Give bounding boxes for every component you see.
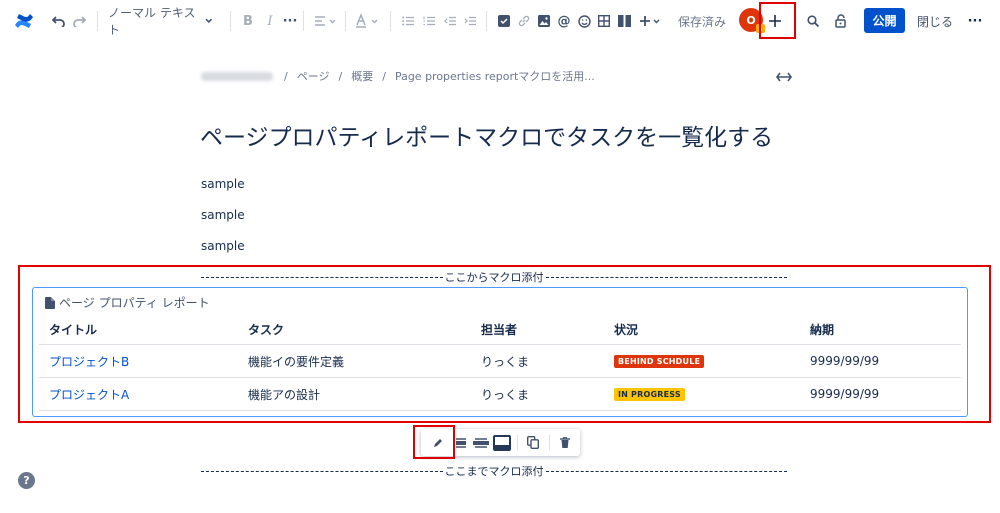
editor-toolbar: ノーマル テキスト B I ··· @ 保存済み O 5 公開 閉じる ··· xyxy=(0,0,1000,42)
outdent-icon[interactable] xyxy=(442,0,458,42)
numbered-list-icon[interactable] xyxy=(421,0,437,42)
help-icon[interactable]: ? xyxy=(18,472,35,489)
emoji-icon[interactable] xyxy=(576,0,592,42)
full-width-toggle-icon[interactable] xyxy=(776,67,792,86)
breadcrumb-item[interactable]: ページ xyxy=(297,68,330,84)
link-icon[interactable] xyxy=(516,0,532,42)
bullet-list-icon[interactable] xyxy=(400,0,416,42)
highlight-box-macro xyxy=(18,265,991,423)
toolbar-divider xyxy=(303,11,304,31)
italic-icon[interactable]: I xyxy=(262,0,278,42)
breadcrumb-item[interactable]: Page properties reportマクロを活用... xyxy=(395,68,595,84)
toolbar-divider xyxy=(97,11,98,31)
paragraph[interactable]: sample xyxy=(201,177,245,191)
more-formatting-icon[interactable]: ··· xyxy=(282,0,298,42)
text-style-dropdown[interactable]: ノーマル テキスト xyxy=(108,0,212,42)
space-name-blurred xyxy=(201,71,273,81)
width-full-icon[interactable] xyxy=(491,429,513,456)
breadcrumb-item[interactable]: 概要 xyxy=(351,68,373,84)
bold-icon[interactable]: B xyxy=(240,0,256,42)
confluence-logo-icon[interactable] xyxy=(12,0,36,42)
breadcrumb: / ページ / 概要 / Page properties reportマクロを活… xyxy=(201,68,595,84)
text-style-label: ノーマル テキスト xyxy=(108,6,196,37)
mention-icon[interactable]: @ xyxy=(556,0,572,42)
highlight-box-add xyxy=(759,2,796,39)
insert-plus-icon[interactable] xyxy=(638,0,664,42)
table-icon[interactable] xyxy=(596,0,612,42)
copy-icon[interactable] xyxy=(523,429,543,456)
divider-end: ここまでマクロ添付 xyxy=(201,464,787,478)
task-icon[interactable] xyxy=(496,0,512,42)
chevron-down-icon xyxy=(204,18,212,23)
undo-icon[interactable] xyxy=(50,0,68,42)
layout-icon[interactable] xyxy=(616,0,632,42)
toolbar-divider xyxy=(230,11,231,31)
search-icon[interactable] xyxy=(805,0,821,42)
page-title[interactable]: ページプロパティレポートマクロでタスクを一覧化する xyxy=(200,118,773,152)
saved-status: 保存済み xyxy=(677,14,726,29)
image-icon[interactable] xyxy=(536,0,552,42)
restrictions-icon[interactable] xyxy=(834,0,850,42)
highlight-box-edit xyxy=(413,425,455,459)
close-button[interactable]: 閉じる xyxy=(917,0,953,42)
indent-icon[interactable] xyxy=(462,0,478,42)
text-color-icon[interactable] xyxy=(355,0,383,42)
paragraph[interactable]: sample xyxy=(201,239,245,253)
publish-button[interactable]: 公開 xyxy=(864,8,905,33)
toolbar-divider xyxy=(390,11,391,31)
toolbar-divider xyxy=(486,11,487,31)
align-icon[interactable] xyxy=(314,0,338,42)
delete-icon[interactable] xyxy=(555,429,575,456)
width-wide-icon[interactable] xyxy=(471,429,491,456)
width-normal-icon[interactable] xyxy=(453,429,469,456)
more-icon[interactable]: ··· xyxy=(966,0,984,42)
toolbar-divider xyxy=(345,11,346,31)
redo-icon[interactable] xyxy=(70,0,88,42)
divider-end-label: ここまでマクロ添付 xyxy=(444,465,544,478)
paragraph[interactable]: sample xyxy=(201,208,245,222)
